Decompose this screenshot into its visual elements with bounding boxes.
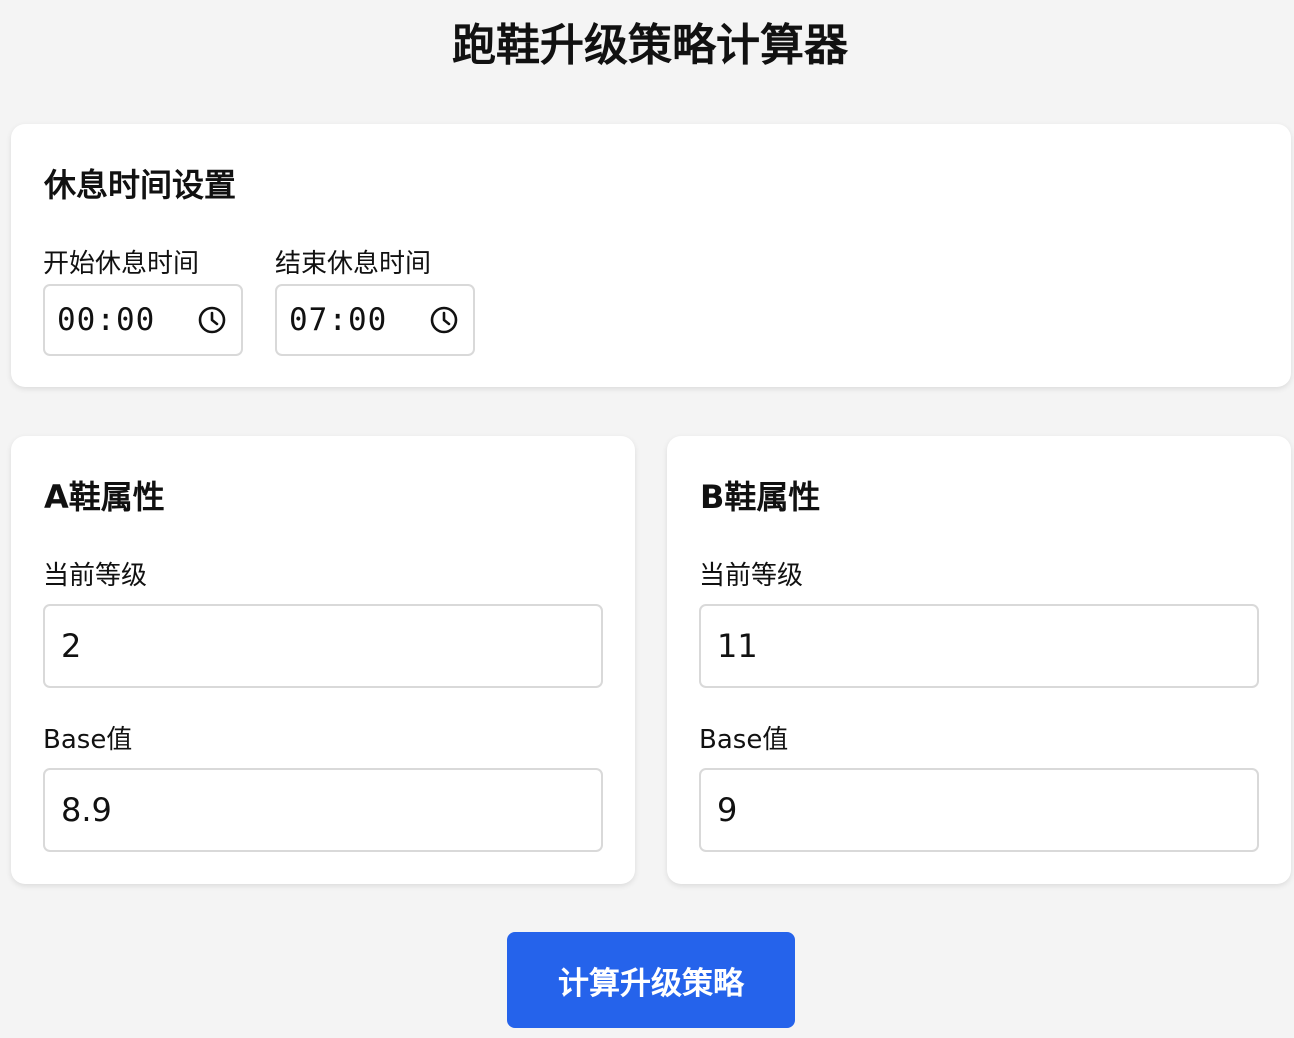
end-rest-time-value: 07:00 bbox=[289, 302, 388, 338]
clock-icon[interactable] bbox=[429, 305, 459, 335]
shoe-b-base-value: 9 bbox=[717, 791, 738, 829]
shoe-a-level-label: 当前等级 bbox=[43, 561, 148, 591]
shoe-b-base-label: Base值 bbox=[699, 725, 789, 755]
end-rest-time-input[interactable]: 07:00 bbox=[275, 284, 475, 356]
start-rest-label: 开始休息时间 bbox=[43, 249, 200, 279]
shoe-b-level-value: 11 bbox=[717, 627, 758, 665]
shoe-b-base-input[interactable]: 9 bbox=[699, 768, 1259, 852]
shoe-b-heading: B鞋属性 bbox=[700, 478, 821, 516]
rest-settings-heading: 休息时间设置 bbox=[44, 166, 237, 204]
start-rest-time-input[interactable]: 00:00 bbox=[43, 284, 243, 356]
shoe-a-base-value: 8.9 bbox=[61, 791, 112, 829]
shoe-a-card: A鞋属性 当前等级 2 Base值 8.9 bbox=[11, 436, 635, 884]
clock-icon[interactable] bbox=[197, 305, 227, 335]
page-title: 跑鞋升级策略计算器 bbox=[452, 20, 848, 71]
calculate-strategy-button[interactable]: 计算升级策略 bbox=[507, 932, 795, 1028]
shoe-a-base-input[interactable]: 8.9 bbox=[43, 768, 603, 852]
shoe-a-heading: A鞋属性 bbox=[44, 478, 165, 516]
shoe-b-level-input[interactable]: 11 bbox=[699, 604, 1259, 688]
start-rest-time-value: 00:00 bbox=[57, 302, 156, 338]
shoe-a-level-input[interactable]: 2 bbox=[43, 604, 603, 688]
shoe-a-base-label: Base值 bbox=[43, 725, 133, 755]
shoe-a-level-value: 2 bbox=[61, 627, 82, 665]
rest-settings-card: 休息时间设置 开始休息时间 00:00 结束休息时间 07:00 bbox=[11, 124, 1291, 387]
shoe-b-level-label: 当前等级 bbox=[699, 561, 804, 591]
shoe-b-card: B鞋属性 当前等级 11 Base值 9 bbox=[667, 436, 1291, 884]
end-rest-label: 结束休息时间 bbox=[275, 249, 432, 279]
